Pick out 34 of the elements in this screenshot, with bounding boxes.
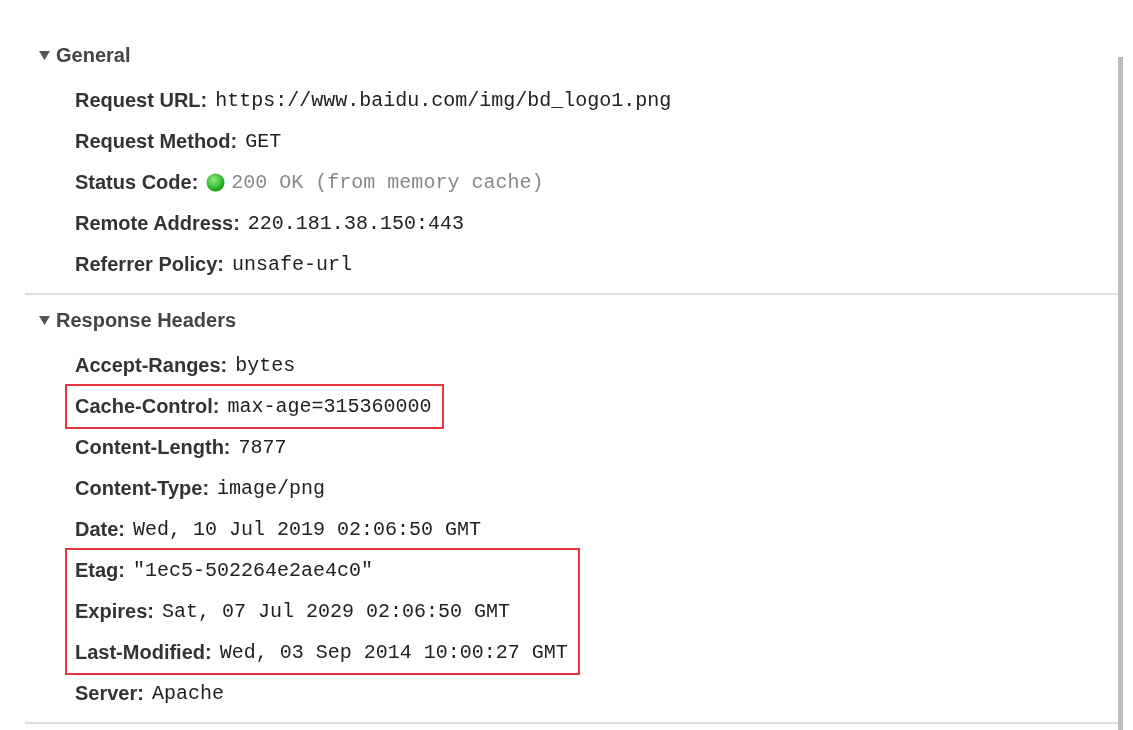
header-name: Server: xyxy=(75,682,144,705)
header-value: bytes xyxy=(235,354,296,377)
header-name: Remote Address: xyxy=(75,212,240,235)
header-value: GET xyxy=(245,130,282,153)
header-value: "1ec5-502264e2ae4c0" xyxy=(133,559,374,582)
header-name: Request Method: xyxy=(75,130,238,153)
header-name: Accept-Ranges: xyxy=(75,354,228,377)
header-value: Sat, 07 Jul 2029 02:06:50 GMT xyxy=(161,600,510,623)
header-name: Status Code: xyxy=(75,171,199,194)
header-name: Cache-Control: xyxy=(75,395,220,418)
header-value: 220.181.38.150:443 xyxy=(247,212,464,235)
caret-icon xyxy=(39,49,50,61)
header-value: Wed, 10 Jul 2019 02:06:50 GMT xyxy=(133,518,482,541)
header-name: Request URL: xyxy=(75,89,208,112)
header-value: Wed, 03 Sep 2014 10:00:27 GMT xyxy=(219,641,568,664)
header-name: Last-Modified: xyxy=(75,641,212,664)
scrollbar[interactable] xyxy=(1118,57,1123,730)
status-dot-icon xyxy=(206,173,226,192)
header-name: Referrer Policy: xyxy=(75,253,224,276)
header-value: max-age=315360000 xyxy=(227,395,432,418)
header-value: Apache xyxy=(151,682,224,705)
header-value: 7877 xyxy=(238,436,287,459)
header-value: 200 OK (from memory cache) xyxy=(231,171,544,194)
section-header[interactable]: Response Headers xyxy=(25,300,237,340)
caret-icon xyxy=(39,314,50,326)
header-value: unsafe-url xyxy=(231,253,352,276)
section-header[interactable]: General xyxy=(25,35,131,75)
header-name: Content-Length: xyxy=(75,436,231,459)
header-name: Etag: xyxy=(75,559,125,582)
header-value: https://www.baidu.com/img/bd_logo1.png xyxy=(215,89,672,112)
header-value: image/png xyxy=(217,477,326,500)
header-name: Content-Type: xyxy=(75,477,210,500)
header-name: Date: xyxy=(75,518,125,541)
header-name: Expires: xyxy=(75,600,154,623)
